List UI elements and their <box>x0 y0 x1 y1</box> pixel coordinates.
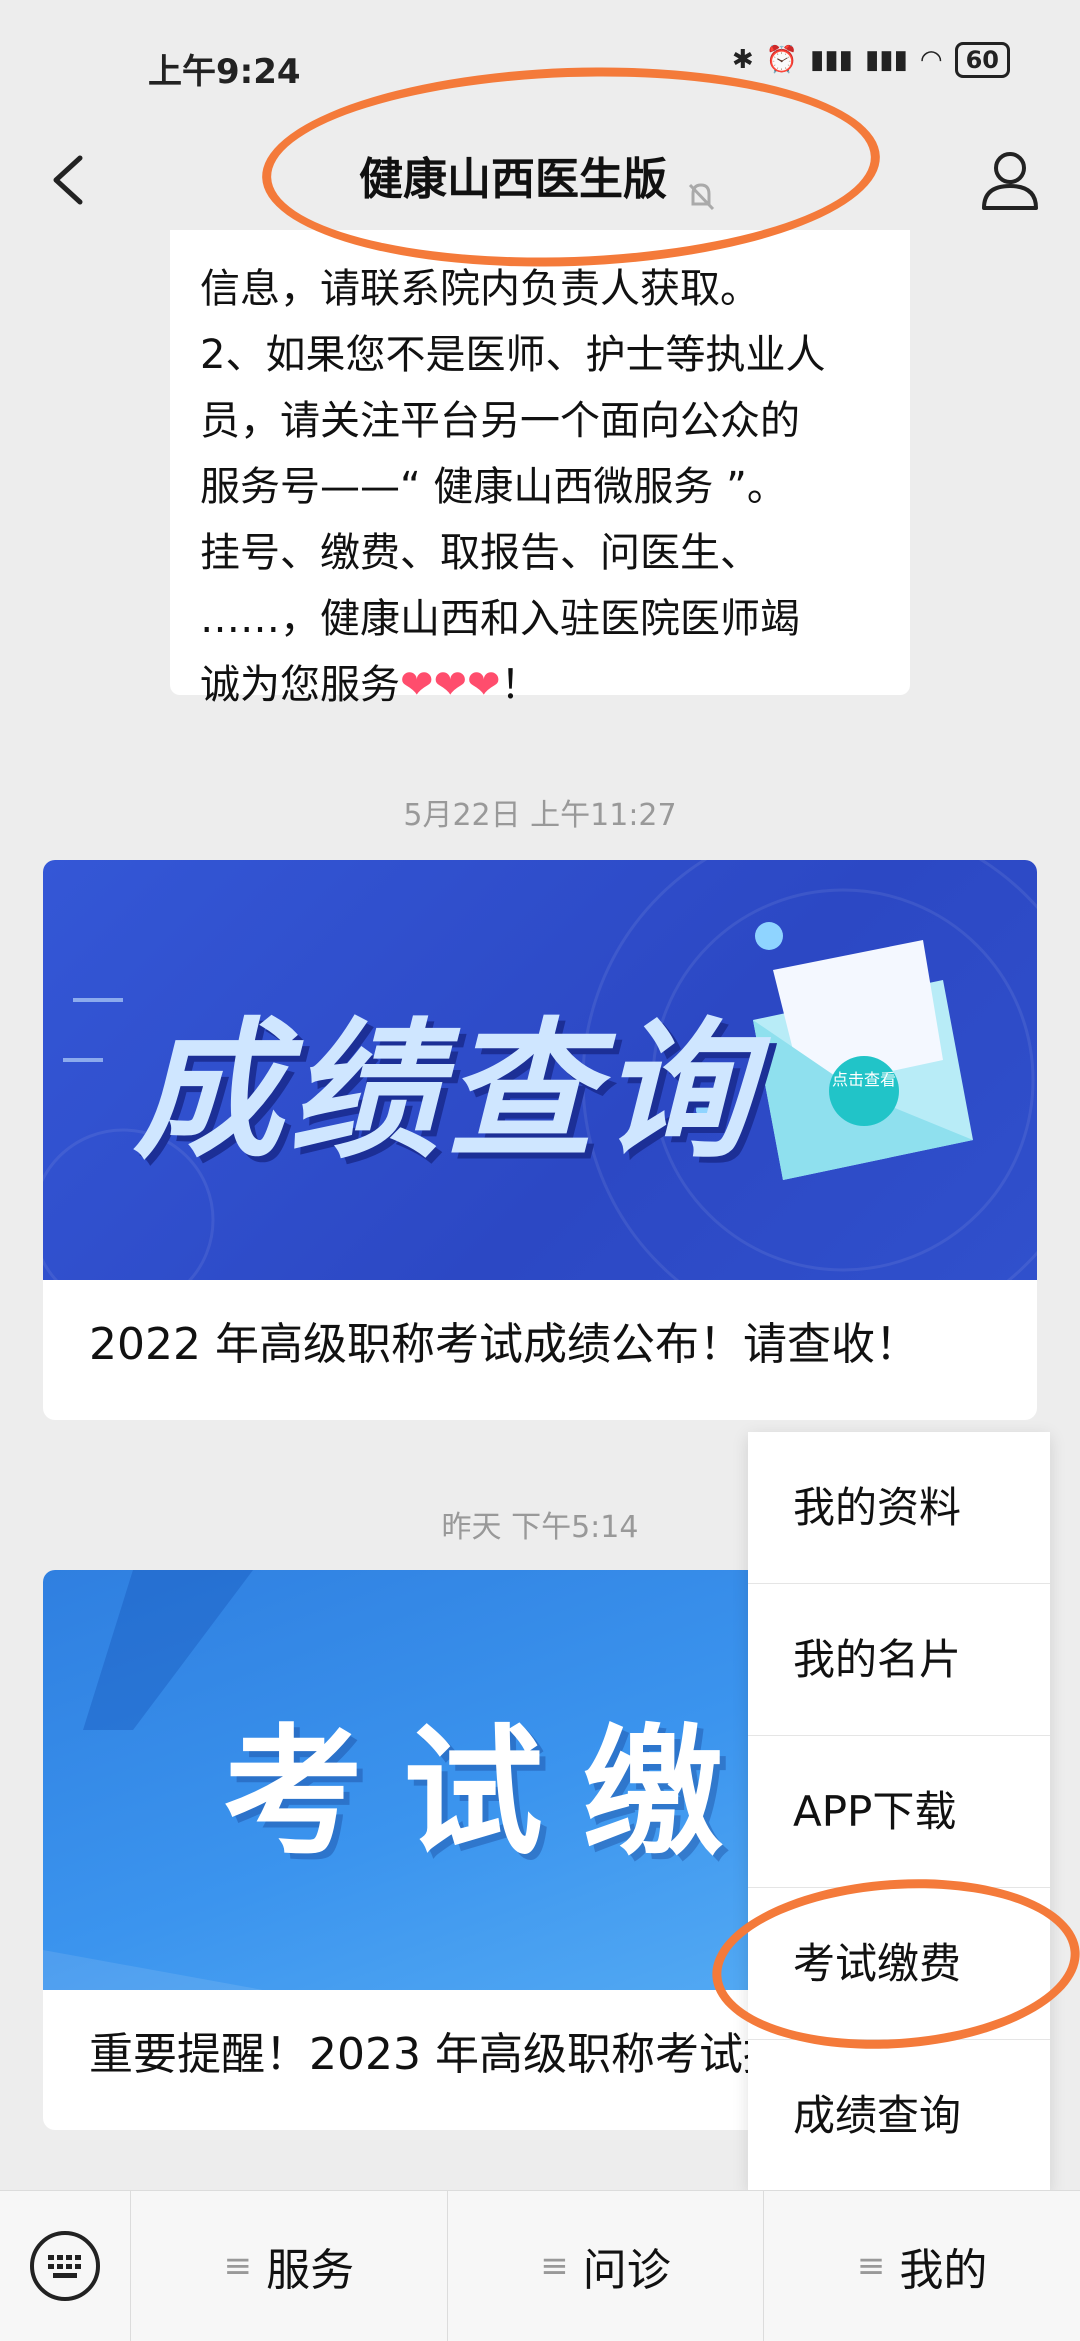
article-card[interactable]: 成绩查询 点击查看 2022 年高级职称考试成绩公布！请查收！ <box>43 860 1037 1420</box>
signal-icon: ▮▮▮ <box>810 45 853 75</box>
keyboard-toggle-button[interactable] <box>0 2191 131 2341</box>
chat-header: 健康山西医生版 <box>0 130 1080 230</box>
menu-item-app-download[interactable]: APP下载 <box>748 1736 1050 1888</box>
message-line-cut <box>200 230 880 256</box>
menu-lines-icon: ≡ <box>540 2246 569 2286</box>
message-line: 信息，请联系院内负责人获取。 <box>200 266 760 312</box>
click-to-view-badge: 点击查看 <box>829 1056 899 1126</box>
timestamp: 5月22日 上午11:27 <box>403 798 677 833</box>
page-title-text: 健康山西医生版 <box>359 154 667 205</box>
message-line: 服务号——“ 健康山西微服务 ”。 <box>200 464 787 510</box>
signal-icon: ▮▮▮ <box>864 45 908 75</box>
message-line: 2、如果您不是医师、护士等执业人 <box>200 332 826 378</box>
cover-title-text: 成绩查询 <box>133 1005 758 1179</box>
bottom-menu-bar: ≡ 服务 ≡ 问诊 ≡ 我的 <box>0 2190 1080 2341</box>
article-title: 2022 年高级职称考试成绩公布！请查收！ <box>89 1319 919 1370</box>
menu-item-my-profile[interactable]: 我的资料 <box>748 1432 1050 1584</box>
service-menu: 我的资料 我的名片 APP下载 考试缴费 成绩查询 <box>748 1432 1050 2191</box>
battery-icon: 60 <box>954 42 1010 78</box>
alarm-icon: ⏰ <box>765 45 799 75</box>
status-time: 上午9:24 <box>148 52 301 92</box>
profile-button[interactable] <box>970 140 1050 220</box>
article-cover-image: 成绩查询 点击查看 <box>43 860 1037 1280</box>
menu-lines-icon: ≡ <box>856 2246 886 2286</box>
wifi-icon: ◠ <box>919 45 943 75</box>
tab-service[interactable]: ≡ 服务 <box>131 2191 448 2341</box>
heart-emoji-icons: ❤❤❤ <box>400 662 501 708</box>
message-line-text: 诚为您服务 <box>200 662 400 708</box>
message-line: ……，健康山西和入驻医院医师竭 <box>200 596 800 642</box>
message-line: 挂号、缴费、取报告、问医生、 <box>200 530 760 576</box>
bluetooth-icon: ✱ <box>731 45 754 75</box>
page-title: 健康山西医生版 <box>0 140 1080 220</box>
tab-label: 问诊 <box>582 2245 671 2296</box>
status-bar: 上午9:24 ✱ ⏰ ▮▮▮ ▮▮▮ ◠ 60 <box>0 0 1080 130</box>
message-line-suffix: ！ <box>500 662 541 708</box>
text-message-bubble[interactable]: 信息，请联系院内负责人获取。 2、如果您不是医师、护士等执业人 员，请关注平台另… <box>170 230 910 708</box>
message-line: 员，请关注平台另一个面向公众的 <box>200 398 800 444</box>
person-icon <box>982 152 1038 210</box>
message-line-last: 诚为您服务❤❤❤！ <box>200 652 880 718</box>
tab-label: 服务 <box>266 2245 355 2296</box>
tab-mine[interactable]: ≡ 我的 <box>764 2191 1080 2341</box>
menu-item-score-query[interactable]: 成绩查询 <box>748 2040 1050 2191</box>
menu-lines-icon: ≡ <box>223 2246 253 2286</box>
tab-consultation[interactable]: ≡ 问诊 <box>448 2191 765 2341</box>
keyboard-icon <box>30 2231 100 2301</box>
status-icons: ✱ ⏰ ▮▮▮ ▮▮▮ ◠ 60 <box>732 42 1010 78</box>
tab-label: 我的 <box>899 2245 988 2296</box>
menu-item-my-card[interactable]: 我的名片 <box>748 1584 1050 1736</box>
mute-bell-icon <box>681 162 721 211</box>
menu-item-exam-payment[interactable]: 考试缴费 <box>748 1888 1050 2040</box>
